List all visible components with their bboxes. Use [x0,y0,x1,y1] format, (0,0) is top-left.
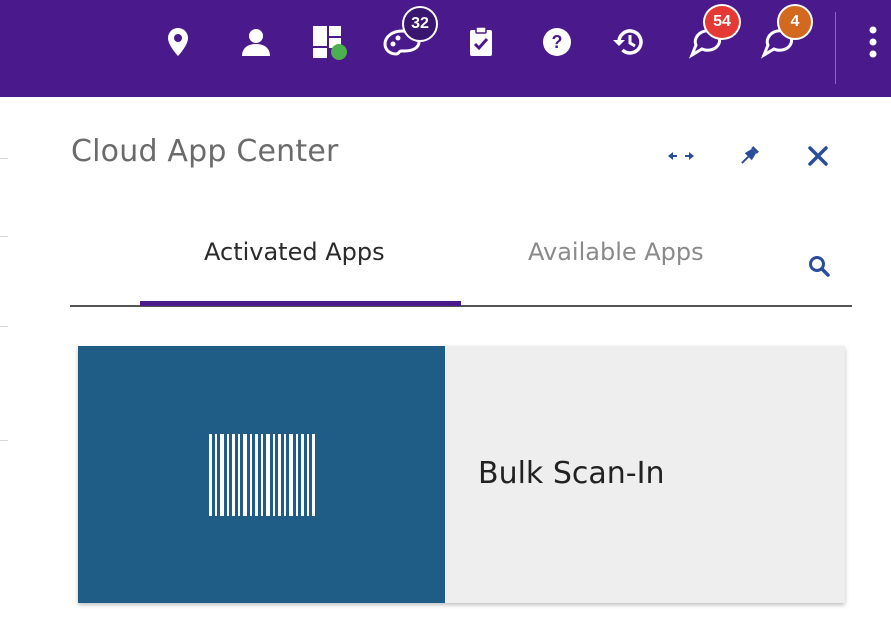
more-menu-icon[interactable] [855,22,891,62]
user-icon[interactable] [236,22,276,62]
clipboard-check-icon[interactable] [461,22,501,62]
history-icon[interactable] [608,22,648,62]
search-icon[interactable] [803,250,835,282]
location-pin-icon[interactable] [158,22,198,62]
barcode-icon [208,433,315,516]
tab-available-apps[interactable]: Available Apps [528,238,704,266]
alerts-badge: 4 [777,4,813,40]
topbar-divider [835,12,836,84]
tab-activated-apps[interactable]: Activated Apps [204,238,385,266]
page-edge-line [0,158,8,159]
help-icon[interactable]: ? [537,22,577,62]
page-edge-line [0,440,8,441]
app-tile [78,346,445,603]
close-icon[interactable] [802,140,834,172]
top-navigation-bar: 32 ? 54 4 [0,0,891,97]
app-card-bulk-scan-in[interactable]: Bulk Scan-In [78,346,845,603]
page-edge-line [0,326,8,327]
notifications-badge: 54 [703,4,741,40]
dashboard-status-icon[interactable] [309,22,349,62]
resize-icon[interactable] [665,140,697,172]
app-name: Bulk Scan-In [478,456,665,491]
page-edge-line [0,236,8,237]
pin-icon[interactable] [733,140,765,172]
tasks-badge: 32 [402,6,438,42]
svg-text:?: ? [552,32,563,52]
panel-title: Cloud App Center [71,134,339,169]
active-tab-indicator [140,301,461,306]
